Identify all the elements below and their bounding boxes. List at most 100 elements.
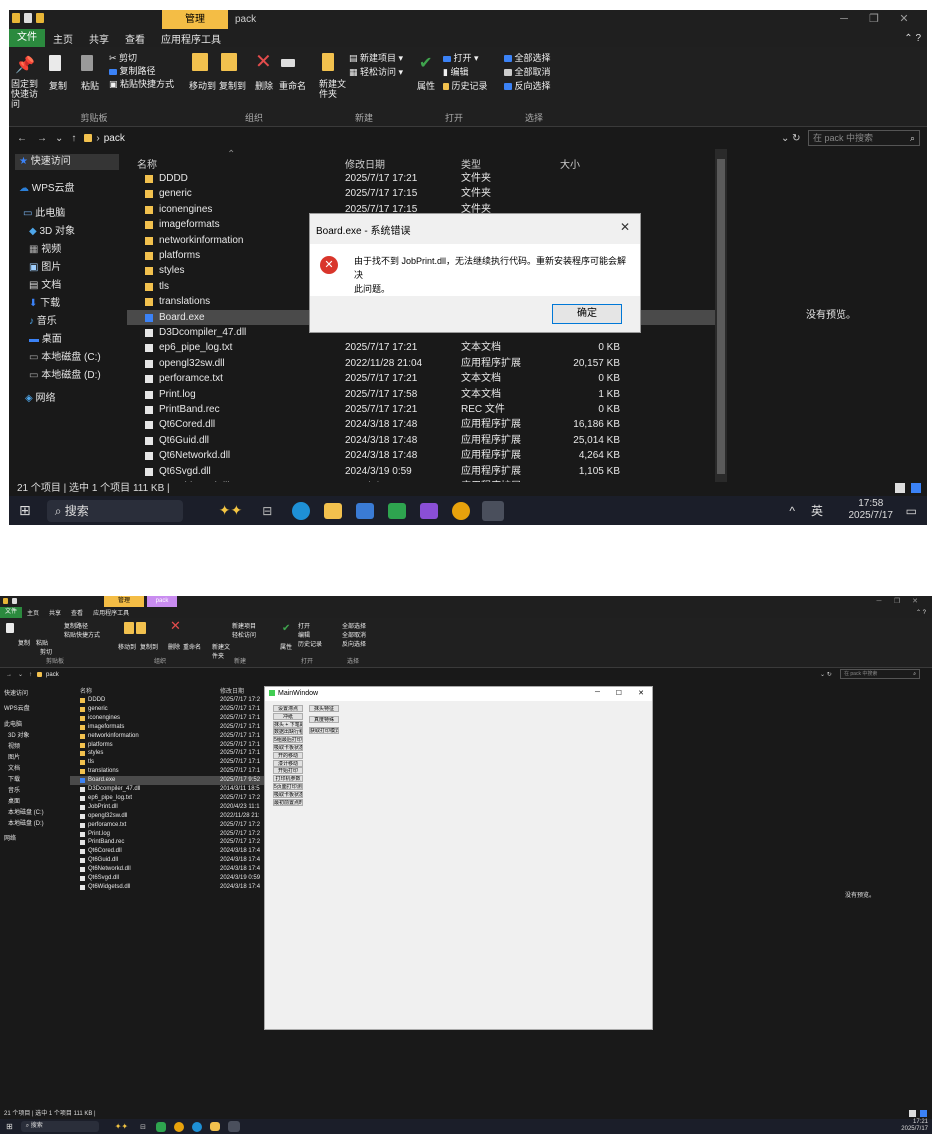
table-row[interactable]: platforms 2025/7/17 17:1 [70, 741, 270, 750]
move-to-button[interactable] [192, 53, 208, 71]
table-row[interactable]: generic 2025/7/17 17:1 [70, 705, 270, 714]
up-icon[interactable]: ↑ [29, 672, 32, 678]
close-icon[interactable]: ✕ [906, 596, 924, 607]
invert-selection-button[interactable]: 反向选择 [504, 79, 551, 92]
nav-quick-access[interactable]: 快速访问 [4, 688, 28, 697]
table-row[interactable]: Qt6Guid.dll 2024/3/18 17:48 应用程序扩展 25,014 K… [127, 433, 717, 448]
history-button[interactable]: 历史记录 [298, 639, 322, 648]
manage-tab[interactable]: 管理 [104, 596, 144, 607]
edge-icon[interactable] [191, 1121, 202, 1132]
main-window-button[interactable]: 设置滞点 [273, 705, 303, 712]
up-icon[interactable]: ↑ [71, 133, 76, 144]
edit-button[interactable]: 编辑 [298, 630, 310, 639]
new-item-button[interactable]: ▤ 新建项目 ▾ [349, 51, 403, 64]
input-method-indicator[interactable]: 英 [811, 502, 823, 519]
column-date[interactable]: 修改日期 [345, 156, 385, 171]
help-icon[interactable]: ⌃ ? [904, 33, 921, 44]
menu-app-tools[interactable]: 应用程序工具 [88, 608, 134, 617]
delete-icon[interactable]: ✕ [255, 49, 272, 74]
table-row[interactable]: iconengines 2025/7/17 17:1 [70, 714, 270, 723]
nav-desktop[interactable]: 桌面 [8, 796, 20, 805]
table-row[interactable]: Qt6Guid.dll 2024/3/18 17:4 [70, 856, 270, 865]
properties-icon[interactable] [24, 13, 32, 23]
details-view-icon[interactable] [895, 483, 905, 493]
nav-wps-cloud[interactable]: ☁ WPS云盘 [19, 179, 75, 194]
task-view-icon[interactable]: ⊟ [140, 1123, 146, 1131]
nav-music[interactable]: ♪ 音乐 [29, 312, 57, 327]
copilot-icon[interactable]: ✦✦ [115, 1122, 128, 1131]
close-icon[interactable]: ✕ [638, 689, 644, 697]
column-size[interactable]: 大小 [560, 156, 580, 171]
table-row[interactable]: Board.exe 2025/7/17 9:52 [70, 776, 270, 786]
column-name[interactable]: 名称 [80, 686, 92, 695]
nav-network[interactable]: ◈ 网络 [25, 389, 55, 404]
main-window-button[interactable]: 吸取卡板状态 [273, 744, 303, 751]
table-row[interactable]: Qt6Svgd.dll 2024/3/19 0:59 [70, 874, 270, 883]
start-icon[interactable]: ⊞ [6, 1122, 13, 1131]
back-icon[interactable]: ← [17, 133, 27, 144]
main-window-button[interactable]: 数据出缺行程 [273, 728, 303, 736]
column-name[interactable]: 名称 [137, 156, 157, 171]
qc-app-icon[interactable] [155, 1121, 166, 1132]
active-app-icon[interactable] [227, 1121, 240, 1132]
maximize-icon[interactable]: ☐ [616, 689, 622, 697]
file-explorer-icon[interactable] [324, 502, 343, 519]
visual-studio-icon[interactable] [420, 502, 439, 519]
cut-button[interactable]: ✂ 剪切 [109, 51, 137, 64]
table-row[interactable]: opengl32sw.dll 2022/11/28 21: [70, 812, 270, 821]
main-window-button[interactable]: 最初前置点时 [273, 798, 303, 806]
invert-selection-button[interactable]: 反向选择 [342, 639, 366, 648]
open-button[interactable]: 打开 [298, 621, 310, 630]
move-to-button[interactable] [124, 622, 146, 634]
select-none-button[interactable]: 全部取消 [342, 630, 366, 639]
table-row[interactable]: JobPrint.dll 2020/4/23 11:1 [70, 803, 270, 812]
main-window-button[interactable]: 5页面打印测试 [273, 783, 303, 790]
explorer-icon[interactable] [12, 13, 20, 23]
menu-app-tools[interactable]: 应用程序工具 [153, 31, 229, 46]
recent-dropdown-icon[interactable]: ⌄ [55, 133, 63, 144]
menu-file[interactable]: 文件 [9, 29, 45, 47]
restore-icon[interactable]: ❐ [888, 596, 906, 607]
nav-pictures[interactable]: 图片 [8, 752, 20, 761]
new-folder-icon[interactable] [36, 13, 44, 23]
clock[interactable]: 17:58 2025/7/17 [849, 498, 894, 522]
tray-chevron-icon[interactable]: ^ [789, 504, 795, 518]
table-row[interactable]: DDDD 2025/7/17 17:21 文件夹 [127, 171, 717, 186]
nav-videos[interactable]: 视频 [8, 741, 20, 750]
refresh-icon[interactable]: ⌄ ↻ [781, 133, 801, 144]
tiles-view-icon[interactable] [920, 1110, 927, 1117]
main-window-button[interactable]: 真度特殊 [309, 716, 339, 723]
menu-share[interactable]: 共享 [81, 31, 117, 46]
dialog-close-icon[interactable]: ✕ [620, 220, 630, 234]
history-button[interactable]: 历史记录 [443, 79, 488, 92]
start-icon[interactable]: ⊞ [19, 502, 31, 519]
notification-icon[interactable]: ▭ [906, 504, 917, 518]
rename-button[interactable] [281, 57, 295, 67]
taskbar-search-box[interactable]: ⌕ 搜索 [46, 499, 183, 522]
nav-videos[interactable]: ▦ 视频 [29, 240, 61, 255]
copy-to-button[interactable] [221, 53, 237, 71]
manage-tab[interactable]: 管理 [162, 10, 228, 29]
outlook-icon[interactable] [356, 502, 375, 519]
table-row[interactable]: perforamce.txt 2025/7/17 17:21 文本文档 0 KB [127, 371, 717, 386]
properties-button[interactable]: ✔ [282, 623, 290, 634]
nav-this-pc[interactable]: ▭ 此电脑 [23, 204, 65, 219]
select-all-button[interactable]: 全部选择 [342, 621, 366, 630]
back-icon[interactable]: → [6, 672, 12, 678]
scrollbar-thumb[interactable] [717, 159, 725, 474]
main-window-button[interactable]: 获取打印模式 [309, 727, 339, 734]
nav-drive-c[interactable]: 本地磁盘 (C:) [8, 807, 44, 816]
main-window-button[interactable]: 抹头特征 [309, 705, 339, 712]
table-row[interactable]: Qt6Networkd.dll 2024/3/18 17:48 应用程序扩展 4,26… [127, 448, 717, 463]
edit-button[interactable]: ▮ 编辑 [443, 65, 468, 78]
main-window-button[interactable]: 打印机参数 [273, 775, 303, 783]
open-button[interactable]: 打开 ▾ [443, 51, 479, 64]
taskbar-search-box[interactable]: ⌕ 搜索 [20, 1121, 99, 1132]
help-icon[interactable]: ⌃ ? [916, 609, 926, 616]
select-all-button[interactable]: 全部选择 [504, 51, 551, 64]
forward-icon[interactable]: → [37, 133, 47, 144]
menu-home[interactable]: 主页 [22, 608, 44, 617]
table-row[interactable]: Qt6Cored.dll 2024/3/18 17:48 应用程序扩展 16,186 … [127, 417, 717, 432]
table-row[interactable]: imageformats 2025/7/17 17:1 [70, 723, 270, 732]
table-row[interactable]: networkinformation 2025/7/17 17:1 [70, 732, 270, 741]
